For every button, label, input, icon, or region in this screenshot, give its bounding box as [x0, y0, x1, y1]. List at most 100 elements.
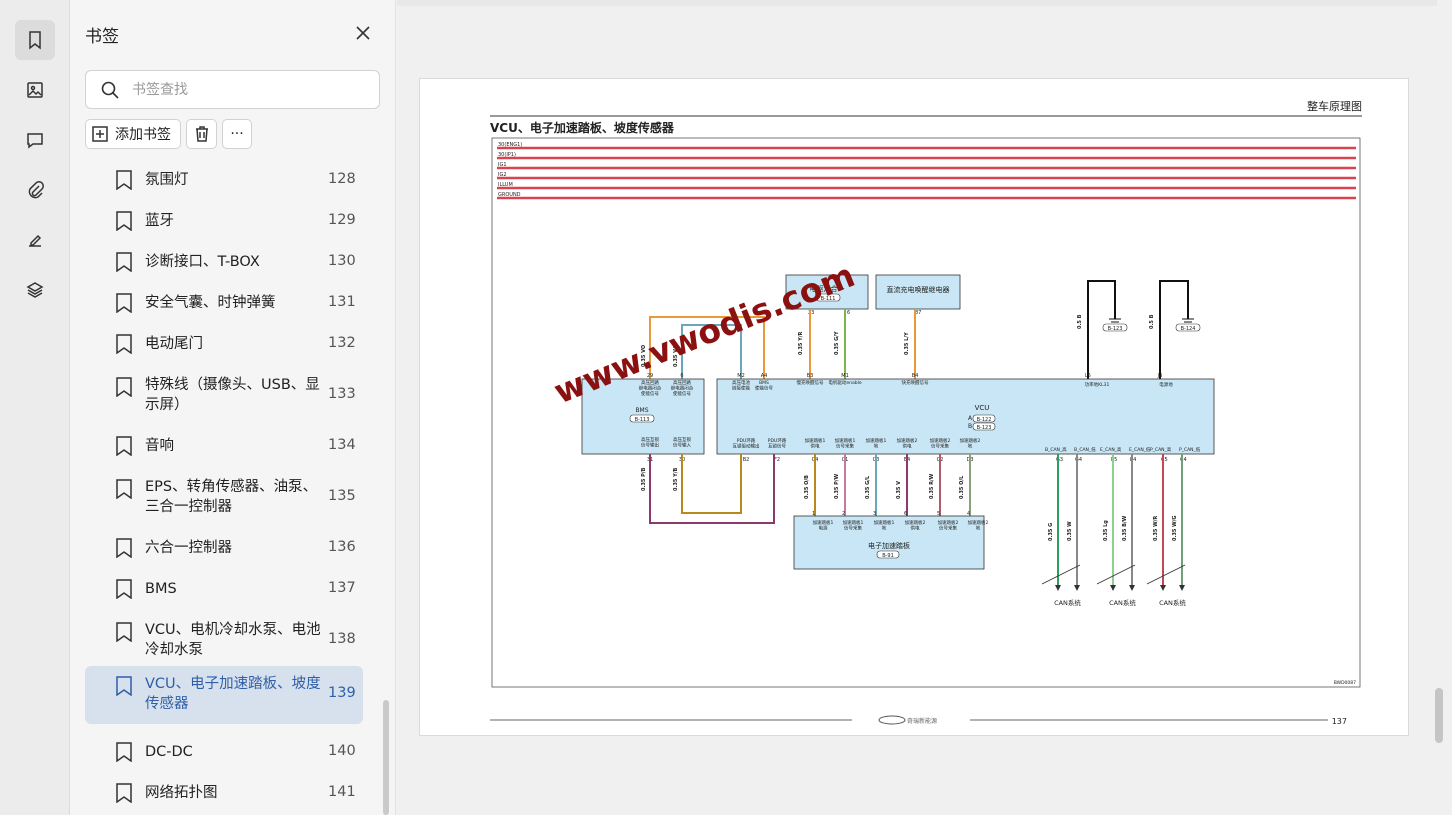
delete-bookmark-button[interactable] [186, 119, 217, 149]
wire-spec: 0.35 R/W [929, 473, 935, 499]
can-arrow [1110, 585, 1116, 591]
diagram-code: BWD0087 [1334, 680, 1356, 686]
bookmark-item[interactable]: EPS、转角传感器、油泵、三合一控制器 135 [85, 469, 363, 527]
pin-label: 6 [904, 511, 907, 517]
pin-label: E4 [1130, 457, 1136, 463]
wire-spec: 0.35 L/Y [904, 332, 910, 355]
bookmark-item[interactable]: 蓝牙 129 [85, 203, 363, 239]
bookmark-item[interactable]: 氛围灯 128 [85, 162, 363, 198]
bookmark-item[interactable]: 特殊线（摄像头、USB、显示屏） 133 [85, 367, 363, 425]
bookmark-icon [115, 334, 133, 355]
pin-desc: 电源地 [1159, 381, 1173, 388]
bookmark-icon[interactable] [15, 20, 55, 60]
bookmark-icon [115, 579, 133, 600]
signature-icon[interactable] [15, 220, 55, 260]
bookmark-label: DC-DC [145, 744, 193, 760]
can-system-label: CAN系统 [1159, 598, 1186, 607]
bookmark-label: BMS [145, 581, 177, 597]
bookmark-item[interactable]: 网络拓扑图 141 [85, 775, 363, 811]
add-bookmark-button[interactable]: 添加书签 [85, 119, 181, 149]
page-number: 137 [1332, 717, 1347, 726]
bookmark-search[interactable] [85, 70, 380, 109]
pin-desc: 快充唤醒信号 [902, 379, 929, 386]
bookmark-icon [115, 622, 133, 643]
bookmark-item[interactable]: 六合一控制器 136 [85, 530, 363, 566]
bookmark-item[interactable]: 电动尾门 132 [85, 326, 363, 362]
pin-desc: 加速踏板2 信号采集 [938, 519, 959, 532]
trash-icon [195, 126, 208, 142]
vcu-name: VCU [975, 404, 990, 412]
vcu-conn-b: B-123 [977, 425, 992, 431]
pin-desc: 加速踏板1 信号采集 [843, 519, 864, 532]
bookmark-label: 网络拓扑图 [145, 785, 218, 801]
close-icon[interactable] [354, 24, 376, 46]
bookmark-page: 128 [328, 171, 356, 187]
bookmark-item[interactable]: BMS 137 [85, 571, 363, 607]
more-button[interactable]: ··· [222, 119, 252, 149]
power-rail-label: ILLUM [498, 182, 513, 188]
add-bookmark-label: 添加书签 [115, 127, 171, 143]
footer-logo-icon [878, 715, 906, 725]
bookmark-page: 129 [328, 212, 356, 228]
vcu-conn-a: B-122 [977, 417, 992, 423]
pin-label: B4 [912, 373, 919, 379]
bookmark-label: 六合一控制器 [145, 540, 232, 556]
bookmark-page: 131 [328, 294, 356, 310]
bookmark-icon [115, 742, 133, 763]
power-rail-label: GROUND [498, 192, 521, 198]
document-view[interactable]: 整车原理图 VCU、电子加速踏板、坡度传感器 30(ENG1) 30(IP1) IG1 I… [397, 0, 1452, 815]
bookmark-item[interactable]: 音响 134 [85, 428, 363, 464]
bookmark-item[interactable]: VCU、电机冷却水泵、电池冷却水泵 138 [85, 612, 363, 670]
bookmark-item[interactable]: DC-DC 140 [85, 734, 363, 770]
add-bookmark-icon [92, 126, 108, 142]
can-label: E_CAN_低 [1129, 446, 1151, 453]
image-icon[interactable] [15, 70, 55, 110]
can-arrow [1055, 585, 1061, 591]
bookmark-item[interactable]: VCU、电子加速踏板、坡度传感器 139 [85, 666, 363, 724]
pin-label: 3 [873, 511, 876, 517]
previous-page-edge [397, 0, 1437, 6]
page-header: 整车原理图 [1307, 99, 1362, 113]
wire-spec: 0.35 G/Y [834, 331, 840, 355]
pin-label: E5 [1111, 457, 1117, 463]
can-label: B_CAN_低 [1074, 446, 1096, 453]
wire-spec: 0.35 P/B [641, 467, 647, 491]
document-scrollbar[interactable] [1435, 688, 1443, 743]
can-label: P_CAN_低 [1179, 446, 1201, 453]
diagram-title: VCU、电子加速踏板、坡度传感器 [490, 120, 675, 135]
wire-interlock-in [681, 454, 742, 514]
dc-relay-name: 直流充电唤醒继电器 [887, 285, 950, 294]
wire-spec: 0.5 B [1077, 314, 1083, 329]
wire-spec: 0.35 Lg [1103, 520, 1109, 541]
power-rail-label: IG1 [498, 162, 507, 168]
pin-desc: 加速踏板2 信号采集 [930, 437, 951, 450]
attachment-icon[interactable] [15, 170, 55, 210]
wire-spec: 0.35 W [1067, 521, 1073, 541]
can-system-label: CAN系统 [1109, 598, 1136, 607]
pin-label: A4 [761, 373, 768, 379]
pin-label: 4 [967, 511, 970, 517]
wire-spec: 0.5 B [1149, 314, 1155, 329]
comment-icon[interactable] [15, 120, 55, 160]
wire-spec: 0.35 O/B [804, 475, 810, 499]
bookmark-item[interactable]: 诊断接口、T-BOX 130 [85, 244, 363, 280]
wire-spec: 0.35 O/L [959, 475, 965, 499]
wire-spec: 0.35 B/W [1122, 515, 1128, 541]
layers-icon[interactable] [15, 270, 55, 310]
wire-spec: 0.35 W/R [1153, 516, 1159, 541]
bookmark-label: VCU、电子加速踏板、坡度传感器 [145, 676, 321, 712]
bookmark-page: 136 [328, 539, 356, 555]
bookmark-item[interactable]: 安全气囊、时钟弹簧 131 [85, 285, 363, 321]
wiring-schematic: 整车原理图 VCU、电子加速踏板、坡度传感器 30(ENG1) 30(IP1) IG1 I… [490, 99, 1362, 726]
bookmark-page: 141 [328, 784, 356, 800]
panel-scrollbar[interactable] [383, 700, 389, 815]
bookmark-icon [115, 293, 133, 314]
vcu-conn-b-label: B [968, 423, 972, 430]
can-system-label: CAN系统 [1054, 598, 1081, 607]
pin-label: 6 [847, 310, 850, 316]
footer-logo-text: 奇瑞新能源 [907, 717, 937, 725]
wire-spec: 0.35 V [896, 481, 902, 499]
bookmark-icon [115, 252, 133, 273]
pin-desc: PDU环路互锁信号 [768, 437, 787, 450]
search-input[interactable] [132, 79, 362, 101]
